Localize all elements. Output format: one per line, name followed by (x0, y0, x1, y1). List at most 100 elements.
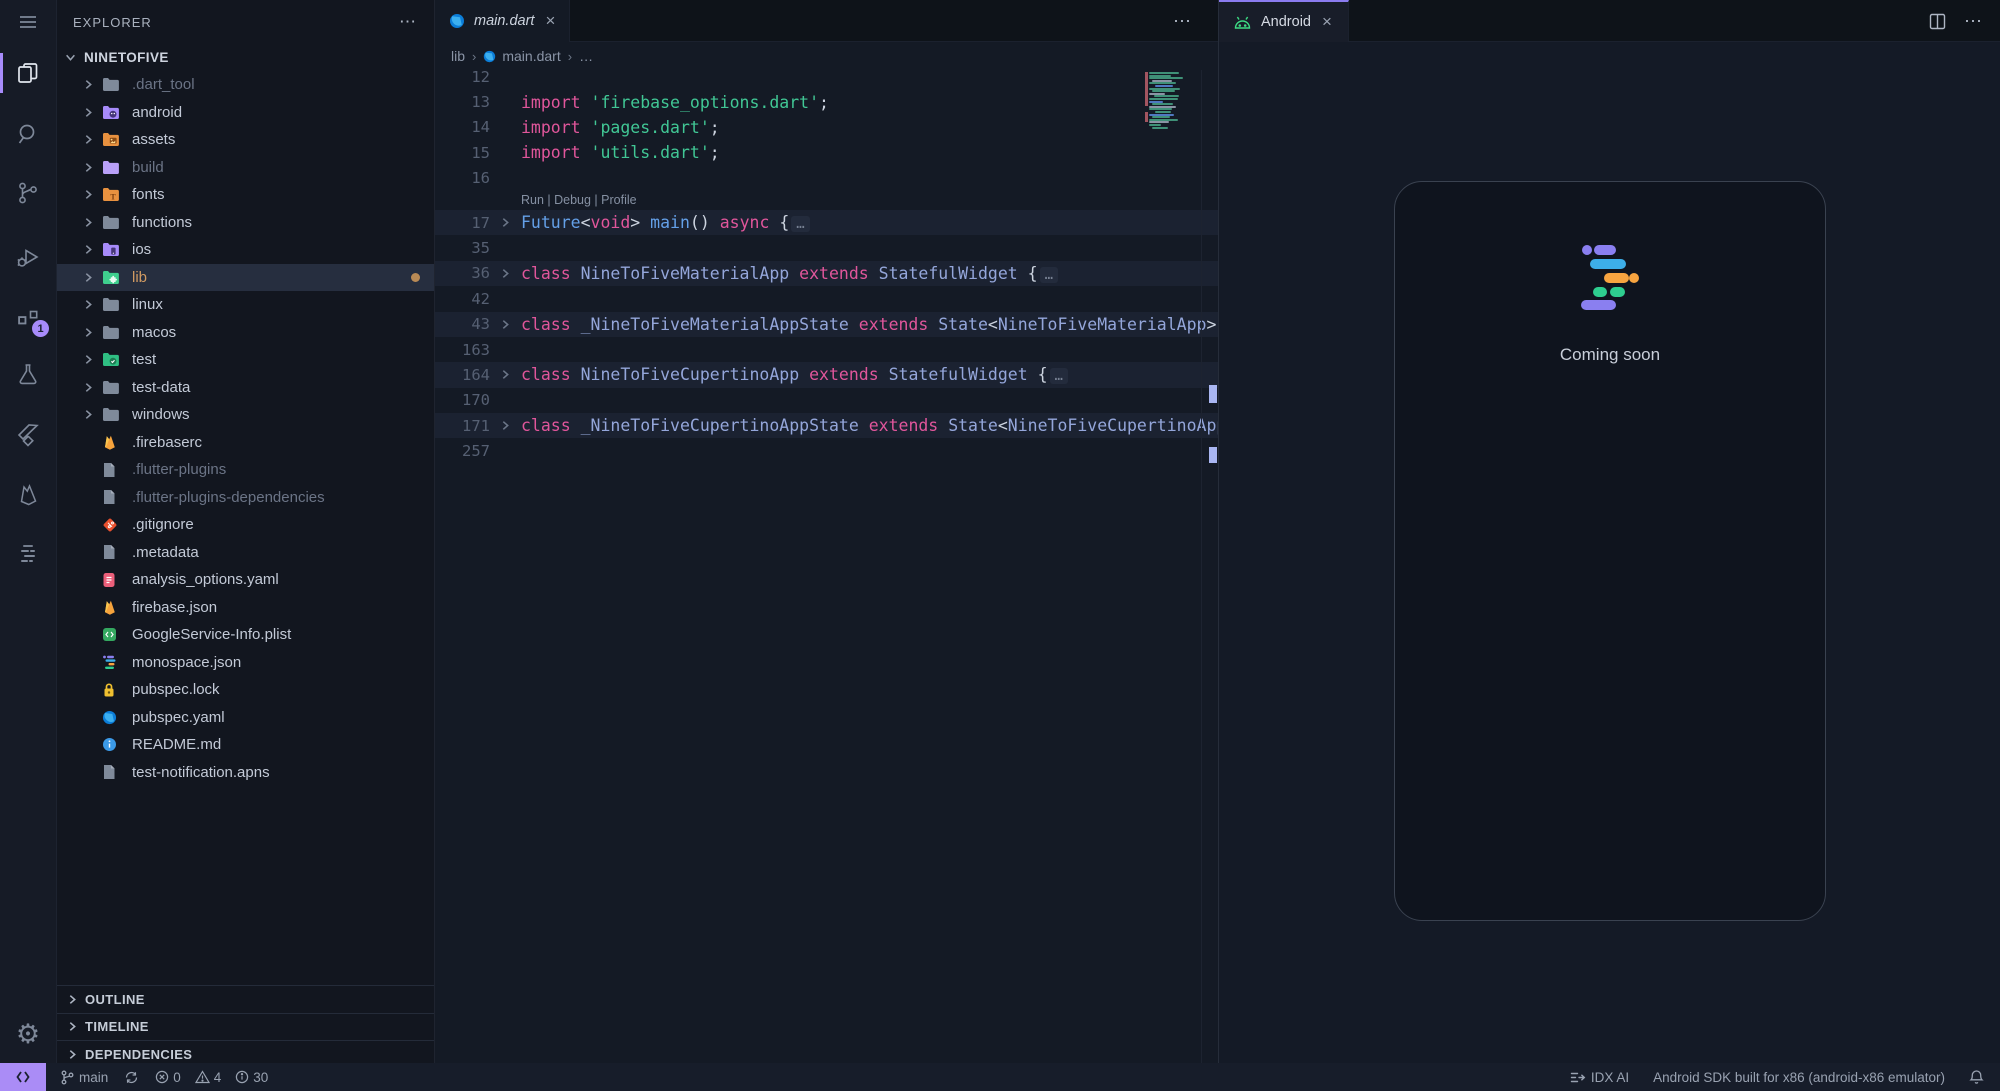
tree-item--flutter-plugins-dependencies[interactable]: .flutter-plugins-dependencies (57, 484, 434, 512)
tree-item-ios[interactable]: ios (57, 236, 434, 264)
tree-item-googleservice-info-plist[interactable]: GoogleService-Info.plist (57, 621, 434, 649)
tree-item-label: .gitignore (132, 516, 194, 533)
minimap[interactable] (1145, 72, 1200, 130)
tree-item--gitignore[interactable]: .gitignore (57, 511, 434, 539)
dart-icon (449, 13, 465, 29)
tree-item-analysis-options-yaml[interactable]: analysis_options.yaml (57, 566, 434, 594)
tree-item--firebaserc[interactable]: .firebaserc (57, 429, 434, 457)
tree-item-build[interactable]: build (57, 154, 434, 182)
tree-item-android[interactable]: android (57, 99, 434, 127)
search-icon[interactable] (0, 110, 56, 158)
android-icon (1233, 16, 1252, 29)
tree-item-assets[interactable]: assets (57, 126, 434, 154)
tree-item-pubspec-lock[interactable]: pubspec.lock (57, 676, 434, 704)
firebase-icon[interactable] (0, 470, 56, 518)
tree-item-monospace-json[interactable]: monospace.json (57, 649, 434, 677)
remote-indicator[interactable] (0, 1063, 46, 1091)
tree-item-windows[interactable]: windows (57, 401, 434, 429)
explorer-header: EXPLORER ⋯ (57, 0, 434, 44)
modified-dot (411, 273, 420, 282)
chevron-right-icon (83, 409, 102, 420)
tree-item-label: linux (132, 296, 163, 313)
tree-item-fonts[interactable]: Tfonts (57, 181, 434, 209)
chevron-right-icon (83, 272, 102, 283)
explorer-icon[interactable] (0, 49, 56, 97)
idx-ai-status[interactable]: IDX AI (1570, 1070, 1629, 1085)
tree-item--metadata[interactable]: .metadata (57, 539, 434, 567)
code-line-170: 170 (435, 388, 1218, 413)
fold-chevron-icon[interactable] (490, 268, 521, 279)
chevron-right-icon (83, 107, 102, 118)
tree-item-test[interactable]: test (57, 346, 434, 374)
fold-chevron-icon[interactable] (490, 420, 521, 431)
coming-soon-text: Coming soon (1395, 345, 1825, 365)
device-status[interactable]: Android SDK built for x86 (android-x86 e… (1653, 1070, 1945, 1085)
chevron-right-icon (67, 1049, 78, 1060)
tree-item-linux[interactable]: linux (57, 291, 434, 319)
tree-item-label: ios (132, 241, 151, 258)
fold-chevron-icon[interactable] (490, 369, 521, 380)
explorer-more-button[interactable]: ⋯ (399, 12, 418, 32)
testing-icon[interactable] (0, 350, 56, 398)
plist-icon (102, 627, 123, 642)
chevron-right-icon (83, 79, 102, 90)
tab-android[interactable]: Android × (1219, 0, 1349, 42)
breadcrumb-main-dart[interactable]: main.dart (483, 48, 560, 64)
git-branch-status[interactable]: main (60, 1070, 108, 1085)
code-text: class NineToFiveMaterialApp extends Stat… (521, 264, 1058, 283)
codelens-run-debug-profile[interactable]: Run | Debug | Profile (435, 191, 1218, 210)
breadcrumb-symbol[interactable]: … (579, 48, 593, 64)
flame-icon (102, 434, 123, 450)
source-control-icon[interactable] (0, 169, 56, 217)
menu-icon[interactable] (0, 0, 56, 44)
bell-icon[interactable] (1969, 1069, 1984, 1085)
fold-chevron-icon[interactable] (490, 319, 521, 330)
sync-icon[interactable] (124, 1070, 139, 1085)
tree-item-lib[interactable]: lib (57, 264, 434, 292)
line-number: 43 (435, 315, 490, 333)
section-timeline[interactable]: TIMELINE (57, 1013, 434, 1041)
fold-chevron-icon[interactable] (490, 217, 521, 228)
scrollbar-track (1201, 70, 1202, 1063)
chevron-right-icon: › (472, 49, 476, 64)
run-debug-icon[interactable] (0, 233, 56, 281)
panel-tabbar: Android × ⋯ (1219, 0, 2000, 42)
folder-icon (102, 325, 123, 340)
code-line-43: 43class _NineToFiveMaterialAppState exte… (435, 312, 1218, 337)
idx-monospace-icon[interactable] (0, 529, 56, 577)
problems-status[interactable]: 0 4 30 (155, 1070, 268, 1085)
tab-close-icon[interactable]: × (543, 11, 557, 31)
panel-more-button[interactable]: ⋯ (1964, 11, 1984, 32)
svg-text:T: T (110, 193, 116, 202)
tree-item-macos[interactable]: macos (57, 319, 434, 347)
tree-item-label: lib (132, 269, 147, 286)
tab-main-dart[interactable]: main.dart × (435, 0, 570, 42)
code-editor[interactable]: 1213import 'firebase_options.dart';14imp… (435, 70, 1218, 1063)
section-dependencies[interactable]: DEPENDENCIES (57, 1040, 434, 1063)
yaml-icon (102, 572, 123, 588)
tree-item--flutter-plugins[interactable]: .flutter-plugins (57, 456, 434, 484)
tree-item-functions[interactable]: functions (57, 209, 434, 237)
tree-item-firebase-json[interactable]: firebase.json (57, 594, 434, 622)
section-outline[interactable]: OUTLINE (57, 985, 434, 1013)
flutter-icon[interactable] (0, 411, 56, 459)
tree-item-label: .flutter-plugins-dependencies (132, 489, 325, 506)
panel-tab-close-icon[interactable]: × (1320, 12, 1334, 32)
chevron-down-icon (65, 52, 84, 63)
tree-item-test-data[interactable]: test-data (57, 374, 434, 402)
code-line-257: 257 (435, 438, 1218, 463)
editor-more-button[interactable]: ⋯ (1173, 0, 1193, 42)
tree-item-readme-md[interactable]: README.md (57, 731, 434, 759)
tree-root-ninetofive[interactable]: NINETOFIVE (57, 44, 434, 71)
tree-item-pubspec-yaml[interactable]: pubspec.yaml (57, 704, 434, 732)
settings-gear-icon[interactable]: ⚙ (0, 1010, 56, 1058)
tree-item-test-notification-apns[interactable]: test-notification.apns (57, 759, 434, 787)
extensions-icon[interactable]: 1 (0, 296, 56, 344)
tree-item-label: windows (132, 406, 190, 423)
tree-item--dart-tool[interactable]: .dart_tool (57, 71, 434, 99)
code-text: import 'utils.dart'; (521, 143, 720, 162)
folder-icon (102, 160, 123, 175)
split-editor-icon[interactable] (1929, 13, 1946, 30)
breadcrumb-lib[interactable]: lib (451, 48, 465, 64)
folder-icon (102, 215, 123, 230)
